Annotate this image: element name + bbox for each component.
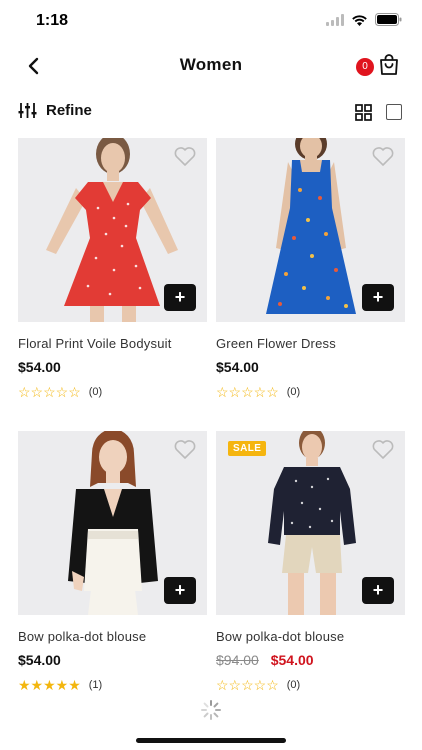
- rating-stars: ☆☆☆☆☆: [216, 677, 279, 693]
- cart-count-badge: 0: [356, 58, 374, 76]
- signal-icon: [326, 13, 344, 26]
- refine-label: Refine: [46, 102, 92, 119]
- rating-stars: ☆☆☆☆☆: [18, 384, 81, 400]
- add-to-cart-button[interactable]: +: [164, 284, 196, 311]
- product-price: $94.00 $54.00: [216, 652, 405, 668]
- nav-bar: Women 0: [0, 44, 422, 90]
- grid-view-icon[interactable]: [355, 104, 372, 121]
- refine-button[interactable]: Refine: [18, 102, 92, 119]
- loading-spinner-icon: [201, 700, 221, 720]
- product-card[interactable]: + Green Flower Dress $54.00 ☆☆☆☆☆ (0): [216, 138, 405, 399]
- product-rating: ☆☆☆☆☆ (0): [216, 385, 405, 399]
- product-price: $54.00: [18, 652, 207, 668]
- product-card[interactable]: + Floral Print Voile Bodysuit $54.00 ☆☆☆…: [18, 138, 207, 399]
- add-to-cart-button[interactable]: +: [164, 577, 196, 604]
- status-bar: 1:18: [0, 0, 422, 44]
- product-name[interactable]: Green Flower Dress: [216, 336, 405, 351]
- product-rating: ☆☆☆☆☆ (0): [216, 678, 405, 692]
- original-price: $94.00: [216, 652, 259, 668]
- rating-count: (1): [88, 679, 103, 691]
- single-view-icon[interactable]: [386, 104, 402, 120]
- status-icons: [326, 13, 402, 26]
- heart-icon[interactable]: [371, 439, 395, 460]
- wifi-icon: [352, 14, 367, 26]
- rating-count: (0): [286, 386, 301, 398]
- product-name[interactable]: Bow polka-dot blouse: [18, 629, 207, 644]
- sliders-icon: [18, 103, 37, 118]
- price: $54.00: [18, 652, 61, 668]
- product-image[interactable]: +: [216, 138, 405, 322]
- product-image[interactable]: SALE +: [216, 431, 405, 615]
- cart-button[interactable]: 0: [356, 52, 400, 80]
- product-name[interactable]: Bow polka-dot blouse: [216, 629, 405, 644]
- add-to-cart-button[interactable]: +: [362, 284, 394, 311]
- product-price: $54.00: [18, 359, 207, 375]
- price: $54.00: [216, 359, 259, 375]
- filter-toolbar: Refine: [0, 98, 422, 128]
- status-time: 1:18: [36, 12, 69, 29]
- sale-badge: SALE: [228, 441, 267, 456]
- product-card[interactable]: + Bow polka-dot blouse $54.00 ★★★★★ (1): [18, 431, 207, 692]
- add-to-cart-button[interactable]: +: [362, 577, 394, 604]
- product-image[interactable]: +: [18, 431, 207, 615]
- rating-count: (0): [286, 679, 301, 691]
- heart-icon[interactable]: [173, 146, 197, 167]
- product-card[interactable]: SALE + Bow polka-dot blouse $94.00 $54.0…: [216, 431, 405, 692]
- battery-icon: [375, 13, 402, 26]
- heart-icon[interactable]: [173, 439, 197, 460]
- rating-count: (0): [88, 386, 103, 398]
- product-rating: ★★★★★ (1): [18, 678, 207, 692]
- product-image[interactable]: +: [18, 138, 207, 322]
- rating-stars: ☆☆☆☆☆: [216, 384, 279, 400]
- rating-stars: ★★★★★: [18, 677, 81, 693]
- home-indicator[interactable]: [136, 738, 286, 743]
- heart-icon[interactable]: [371, 146, 395, 167]
- product-price: $54.00: [216, 359, 405, 375]
- product-rating: ☆☆☆☆☆ (0): [18, 385, 207, 399]
- product-name[interactable]: Floral Print Voile Bodysuit: [18, 336, 207, 351]
- price: $54.00: [18, 359, 61, 375]
- shopping-bag-icon: [380, 54, 398, 75]
- sale-price: $54.00: [270, 652, 314, 668]
